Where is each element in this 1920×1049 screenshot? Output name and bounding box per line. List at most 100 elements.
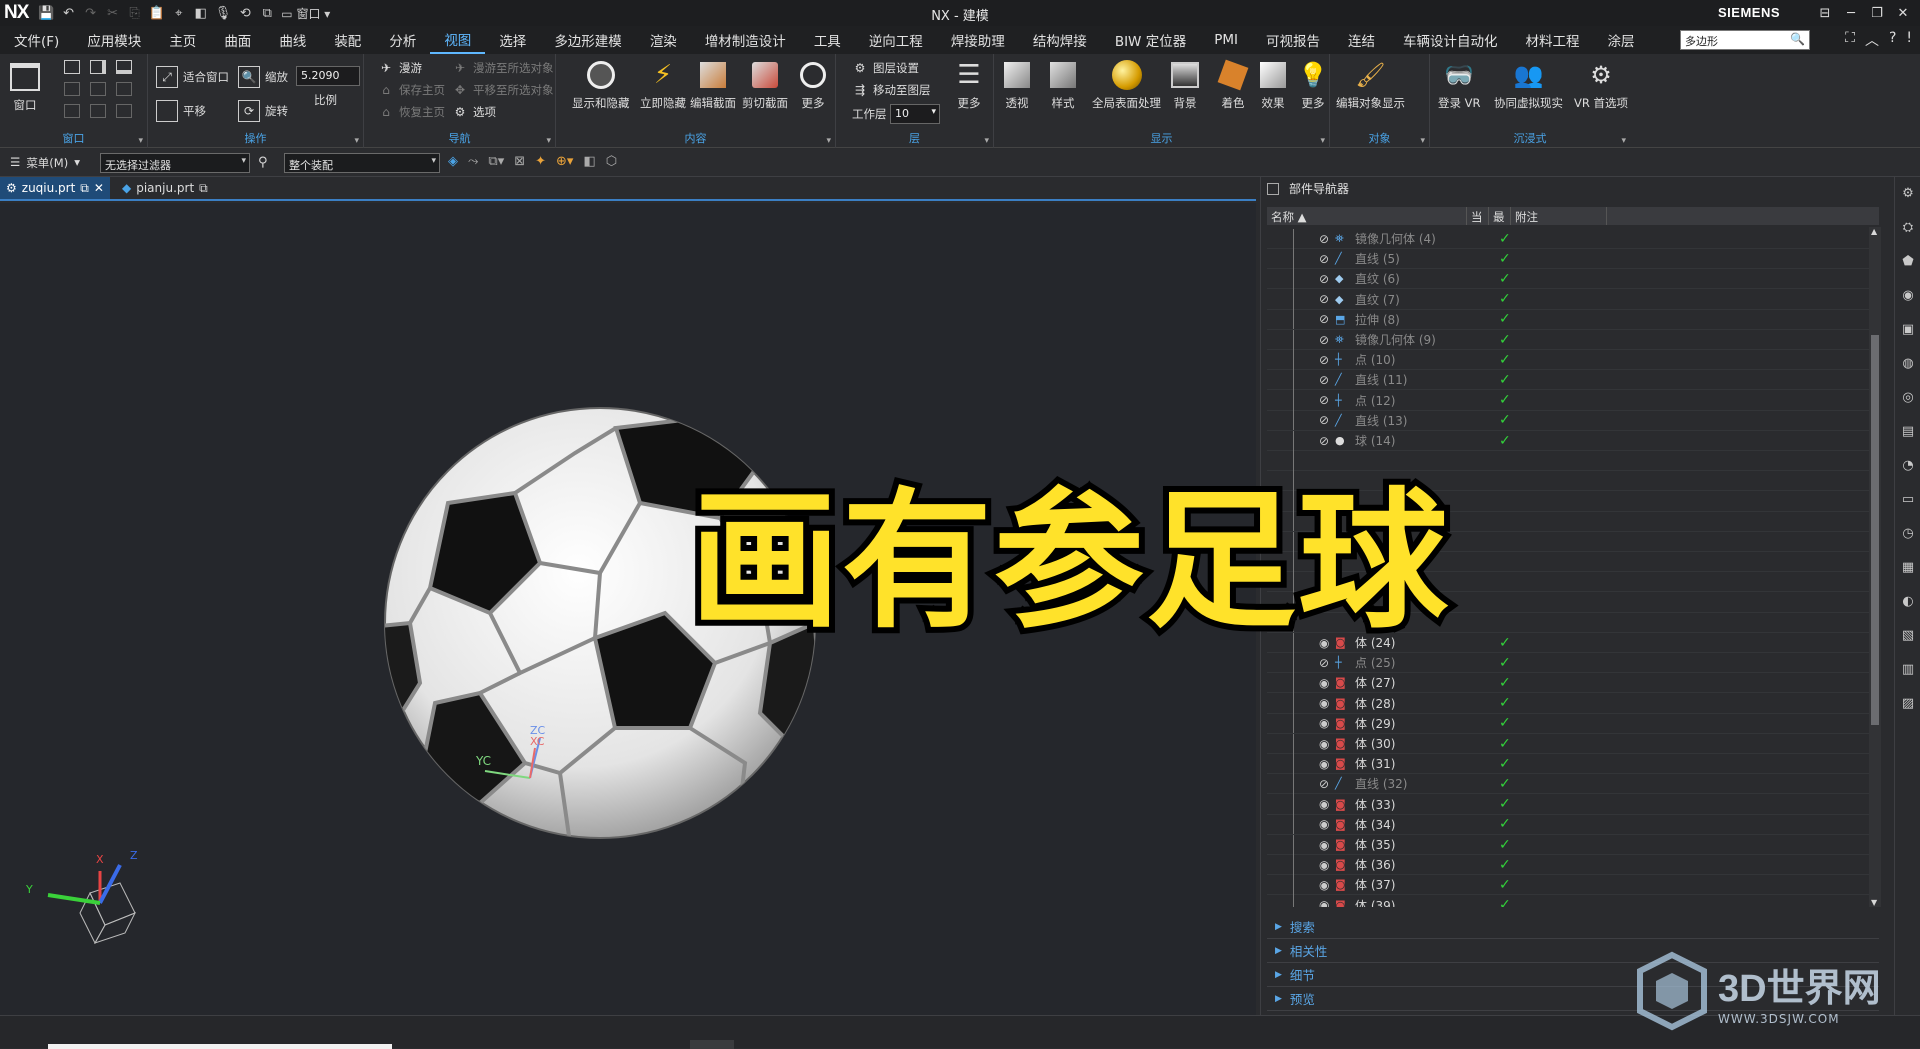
background-button[interactable]: 背景 (1168, 58, 1202, 111)
menu-item[interactable]: 工具 (800, 26, 855, 54)
assembly-nav-icon[interactable]: ⛭ (1895, 211, 1920, 245)
cube-icon[interactable]: ◧ (193, 6, 209, 21)
tab-edit-icon[interactable]: ⧉ (80, 181, 89, 196)
menu-item[interactable]: 文件(F) (0, 26, 73, 54)
group-expand-icon[interactable]: ▾ (1420, 136, 1425, 146)
edit-object-display-button[interactable]: 🖌 编辑对象显示 (1336, 58, 1405, 111)
tree-row[interactable]: ⊘ ╱ 直线 (32) ✓ (1267, 773, 1869, 795)
alert-icon[interactable]: ! (1906, 30, 1912, 50)
part-nav-icon[interactable]: ◉ (1895, 279, 1920, 313)
two-view-icon[interactable] (90, 60, 106, 74)
navigator-scrollbar[interactable]: ▲ ▼ (1869, 227, 1881, 907)
select-feature-icon[interactable]: ⤳ (468, 154, 478, 169)
paste-icon[interactable]: 📋 (149, 6, 165, 21)
perspective-button[interactable]: 透视 (1000, 58, 1034, 111)
pan-button[interactable]: 平移 (156, 100, 206, 122)
scroll-thumb[interactable] (1871, 335, 1879, 725)
fullscreen-icon[interactable]: ⛶ (1845, 30, 1855, 50)
effect-button[interactable]: 效果 (1256, 58, 1290, 111)
tree-row[interactable]: ◉ ◙ 体 (39) ✓ (1267, 895, 1869, 907)
tree-row[interactable]: ◉ ◙ 体 (37) ✓ (1267, 874, 1869, 896)
command-finder-icon[interactable]: ⟲ (237, 6, 253, 21)
reuse-library-icon[interactable]: ▣ (1895, 313, 1920, 347)
filter-icon[interactable]: ⚲ (258, 155, 268, 170)
image-icon[interactable]: ▧ (1895, 619, 1920, 653)
tree-row[interactable]: ◉ ◙ 体 (35) ✓ (1267, 834, 1869, 855)
visibility-toggle-icon[interactable]: ⊘ (1319, 373, 1335, 387)
visibility-toggle-icon[interactable]: ◉ (1319, 817, 1335, 831)
redo-icon[interactable]: ↷ (83, 6, 99, 21)
visibility-toggle-icon[interactable]: ◉ (1319, 737, 1335, 751)
col-name[interactable]: 名称 ▲ (1267, 207, 1467, 225)
layer-settings-button[interactable]: ⚙ 图层设置 (852, 60, 919, 76)
menu-item[interactable]: 应用模块 (73, 26, 155, 54)
select-type-icon[interactable]: ⧉▾ (488, 154, 504, 169)
col-current[interactable]: 当 (1467, 207, 1489, 225)
search-icon[interactable]: 🔍 (1790, 32, 1806, 48)
window-menu[interactable]: ▭ 窗口 ▾ (281, 5, 330, 22)
global-surface-button[interactable]: 全局表面处理 (1092, 58, 1161, 111)
layout-a-icon[interactable] (64, 104, 80, 118)
single-view-icon[interactable] (64, 60, 80, 74)
tree-row[interactable]: ◉ ◙ 体 (34) ✓ (1267, 814, 1869, 835)
palette-icon[interactable]: ▦ (1895, 551, 1920, 585)
ribbon-toggle-icon[interactable]: ⊟ (1812, 2, 1838, 24)
navigator-section[interactable]: ▶ 搜索 (1267, 915, 1879, 939)
visibility-toggle-icon[interactable]: ⊘ (1319, 272, 1335, 286)
group-expand-icon[interactable]: ▾ (1320, 136, 1325, 146)
hd3d-icon[interactable]: ▤ (1895, 415, 1920, 449)
info-icon[interactable]: ▨ (1895, 687, 1920, 721)
zoom-button[interactable]: 🔍 缩放 (238, 66, 288, 88)
snap-icon[interactable]: ⌖ (171, 6, 187, 21)
visibility-toggle-icon[interactable]: ◉ (1319, 858, 1335, 872)
tree-row[interactable]: ◉ ◙ 体 (31) ✓ (1267, 753, 1869, 775)
col-latest[interactable]: 最 (1489, 207, 1511, 225)
tree-row[interactable]: ⊘ ╱ 直线 (11) ✓ (1267, 369, 1869, 391)
layout-b-icon[interactable] (90, 104, 106, 118)
work-layer-select[interactable]: 10 ▾ (890, 104, 940, 124)
menu-button[interactable]: ☰ 菜单(M) ▾ (10, 155, 80, 171)
assembly-scope-select[interactable]: 整个装配 ▾ (284, 153, 440, 173)
help-icon[interactable]: ? (1889, 30, 1896, 50)
tab-zuqiu[interactable]: ⚙ zuqiu.prt ⧉ ✕ (0, 177, 110, 199)
window-button[interactable]: 窗口 (8, 60, 42, 113)
menu-item[interactable]: 多边形建模 (540, 26, 636, 54)
login-vr-button[interactable]: 🥽 登录 VR (1438, 58, 1481, 111)
roles-icon[interactable]: ◎ (1895, 381, 1920, 415)
select-all-icon[interactable]: ◈ (448, 154, 458, 169)
collapse-ribbon-icon[interactable]: ︿ (1865, 30, 1879, 50)
col-notes[interactable]: 附注 (1511, 207, 1607, 225)
save-icon[interactable]: 💾 (38, 6, 54, 21)
visibility-toggle-icon[interactable]: ⊘ (1319, 312, 1335, 326)
clip-section-button[interactable]: 剪切截面 (742, 58, 788, 111)
scroll-down-icon[interactable]: ▼ (1871, 898, 1877, 907)
layout-c-icon[interactable] (116, 104, 132, 118)
menu-item[interactable]: 车辆设计自动化 (1389, 26, 1512, 54)
deselect-icon[interactable]: ⊠ (514, 154, 525, 169)
layer-more-button[interactable]: ☰ 更多 (952, 58, 986, 111)
history-icon[interactable]: ◍ (1895, 347, 1920, 381)
visibility-toggle-icon[interactable]: ⊘ (1319, 413, 1335, 427)
tree-row[interactable]: ⊘ ┼ 点 (12) ✓ (1267, 390, 1869, 411)
tree-row[interactable]: ⊘ ◆ 直纹 (7) ✓ (1267, 289, 1869, 310)
instant-hide-button[interactable]: ⚡ 立即隐藏 (640, 58, 686, 111)
visibility-toggle-icon[interactable]: ◉ (1319, 797, 1335, 811)
report-icon[interactable]: ▥ (1895, 653, 1920, 687)
visibility-toggle-icon[interactable]: ◉ (1319, 757, 1335, 771)
close-icon[interactable]: ✕ (1890, 2, 1916, 24)
wcs-icon[interactable]: ⬡ (606, 154, 617, 169)
visibility-toggle-icon[interactable]: ◉ (1319, 878, 1335, 892)
visibility-toggle-icon[interactable]: ⊘ (1319, 252, 1335, 266)
visibility-toggle-icon[interactable]: ◉ (1319, 716, 1335, 730)
tab-pianju[interactable]: ◆ pianju.prt ⧉ (116, 177, 214, 199)
style-button[interactable]: 样式 (1046, 58, 1080, 111)
visibility-toggle-icon[interactable]: ⊘ (1319, 353, 1335, 367)
menu-item[interactable]: PMI (1200, 26, 1252, 54)
clock-icon[interactable]: ◷ (1895, 517, 1920, 551)
restore-icon[interactable]: ❐ (1864, 2, 1890, 24)
group-expand-icon[interactable]: ▾ (984, 136, 989, 146)
visibility-toggle-icon[interactable]: ⊘ (1319, 232, 1335, 246)
group-expand-icon[interactable]: ▾ (546, 136, 551, 146)
window-switch-icon[interactable]: ⧉ (259, 6, 275, 21)
edit-section-button[interactable]: 编辑截面 (690, 58, 736, 111)
